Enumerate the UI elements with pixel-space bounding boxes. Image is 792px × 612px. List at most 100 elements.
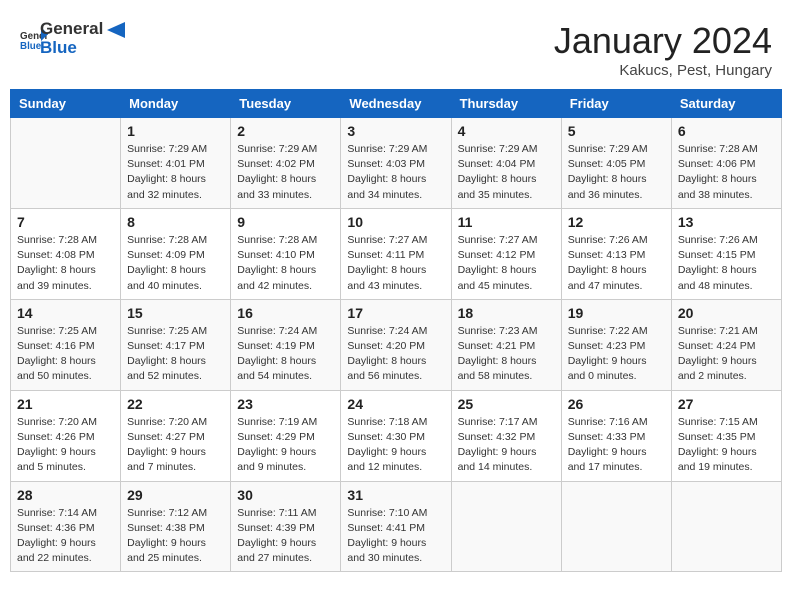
day-info: Sunrise: 7:28 AMSunset: 4:09 PMDaylight:… bbox=[127, 233, 224, 294]
day-info: Sunrise: 7:24 AMSunset: 4:19 PMDaylight:… bbox=[237, 324, 334, 385]
day-number: 23 bbox=[237, 396, 334, 412]
day-info: Sunrise: 7:26 AMSunset: 4:13 PMDaylight:… bbox=[568, 233, 665, 294]
calendar-cell: 14Sunrise: 7:25 AMSunset: 4:16 PMDayligh… bbox=[11, 299, 121, 390]
day-info: Sunrise: 7:28 AMSunset: 4:06 PMDaylight:… bbox=[678, 142, 775, 203]
calendar-cell: 7 Sunrise: 7:28 AMSunset: 4:08 PMDaylight… bbox=[11, 208, 121, 299]
day-number: 13 bbox=[678, 214, 775, 230]
calendar-cell: 3Sunrise: 7:29 AMSunset: 4:03 PMDaylight… bbox=[341, 118, 451, 209]
calendar-cell: 18 Sunrise: 7:23 AMSunset: 4:21 PMDayligh… bbox=[451, 299, 561, 390]
day-number: 31 bbox=[347, 487, 444, 503]
calendar-cell: 13 Sunrise: 7:26 AMSunset: 4:15 PMDayligh… bbox=[671, 208, 781, 299]
col-header-saturday: Saturday bbox=[671, 90, 781, 118]
day-number: 18 bbox=[458, 305, 555, 321]
day-number: 2 bbox=[237, 123, 334, 139]
calendar-week-row: 14Sunrise: 7:25 AMSunset: 4:16 PMDayligh… bbox=[11, 299, 782, 390]
day-number: 27 bbox=[678, 396, 775, 412]
day-number: 14 bbox=[17, 305, 114, 321]
day-info: Sunrise: 7:19 AMSunset: 4:29 PMDaylight:… bbox=[237, 415, 334, 476]
calendar-cell: 21 Sunrise: 7:20 AMSunset: 4:26 PMDayligh… bbox=[11, 390, 121, 481]
day-info: Sunrise: 7:16 AMSunset: 4:33 PMDaylight:… bbox=[568, 415, 665, 476]
calendar-cell: 2Sunrise: 7:29 AMSunset: 4:02 PMDaylight… bbox=[231, 118, 341, 209]
day-info: Sunrise: 7:20 AMSunset: 4:26 PMDaylight:… bbox=[17, 415, 114, 476]
calendar-week-row: 21 Sunrise: 7:20 AMSunset: 4:26 PMDayligh… bbox=[11, 390, 782, 481]
day-info: Sunrise: 7:29 AMSunset: 4:05 PMDaylight:… bbox=[568, 142, 665, 203]
calendar-cell: 22Sunrise: 7:20 AMSunset: 4:27 PMDayligh… bbox=[121, 390, 231, 481]
title-area: January 2024 Kakucs, Pest, Hungary bbox=[554, 20, 772, 79]
day-number: 6 bbox=[678, 123, 775, 139]
day-number: 16 bbox=[237, 305, 334, 321]
calendar-cell: 11 Sunrise: 7:27 AMSunset: 4:12 PMDayligh… bbox=[451, 208, 561, 299]
col-header-monday: Monday bbox=[121, 90, 231, 118]
page-header: General Blue General Blue January 2024 K… bbox=[10, 10, 782, 84]
calendar-cell: 26 Sunrise: 7:16 AMSunset: 4:33 PMDayligh… bbox=[561, 390, 671, 481]
calendar-cell bbox=[561, 481, 671, 572]
day-info: Sunrise: 7:26 AMSunset: 4:15 PMDaylight:… bbox=[678, 233, 775, 294]
day-number: 10 bbox=[347, 214, 444, 230]
calendar-cell bbox=[11, 118, 121, 209]
day-number: 7 bbox=[17, 214, 114, 230]
calendar-cell: 27 Sunrise: 7:15 AMSunset: 4:35 PMDayligh… bbox=[671, 390, 781, 481]
day-info: Sunrise: 7:23 AMSunset: 4:21 PMDaylight:… bbox=[458, 324, 555, 385]
day-info: Sunrise: 7:14 AMSunset: 4:36 PMDaylight:… bbox=[17, 506, 114, 567]
day-number: 9 bbox=[237, 214, 334, 230]
day-number: 24 bbox=[347, 396, 444, 412]
day-info: Sunrise: 7:29 AMSunset: 4:04 PMDaylight:… bbox=[458, 142, 555, 203]
day-info: Sunrise: 7:25 AMSunset: 4:17 PMDaylight:… bbox=[127, 324, 224, 385]
day-number: 19 bbox=[568, 305, 665, 321]
logo-general-text: General bbox=[40, 20, 103, 39]
day-number: 11 bbox=[458, 214, 555, 230]
day-info: Sunrise: 7:15 AMSunset: 4:35 PMDaylight:… bbox=[678, 415, 775, 476]
calendar-cell: 8 Sunrise: 7:28 AMSunset: 4:09 PMDaylight… bbox=[121, 208, 231, 299]
calendar-cell: 9 Sunrise: 7:28 AMSunset: 4:10 PMDaylight… bbox=[231, 208, 341, 299]
calendar-cell: 19 Sunrise: 7:22 AMSunset: 4:23 PMDayligh… bbox=[561, 299, 671, 390]
day-number: 28 bbox=[17, 487, 114, 503]
day-info: Sunrise: 7:28 AMSunset: 4:08 PMDaylight:… bbox=[17, 233, 114, 294]
calendar-cell: 31 Sunrise: 7:10 AMSunset: 4:41 PMDayligh… bbox=[341, 481, 451, 572]
calendar-cell: 29Sunrise: 7:12 AMSunset: 4:38 PMDayligh… bbox=[121, 481, 231, 572]
day-number: 30 bbox=[237, 487, 334, 503]
month-title: January 2024 bbox=[554, 20, 772, 62]
day-info: Sunrise: 7:21 AMSunset: 4:24 PMDaylight:… bbox=[678, 324, 775, 385]
col-header-tuesday: Tuesday bbox=[231, 90, 341, 118]
calendar-cell: 15 Sunrise: 7:25 AMSunset: 4:17 PMDayligh… bbox=[121, 299, 231, 390]
day-info: Sunrise: 7:20 AMSunset: 4:27 PMDaylight:… bbox=[127, 415, 224, 476]
day-number: 26 bbox=[568, 396, 665, 412]
day-info: Sunrise: 7:12 AMSunset: 4:38 PMDaylight:… bbox=[127, 506, 224, 567]
col-header-wednesday: Wednesday bbox=[341, 90, 451, 118]
day-info: Sunrise: 7:11 AMSunset: 4:39 PMDaylight:… bbox=[237, 506, 334, 567]
col-header-thursday: Thursday bbox=[451, 90, 561, 118]
calendar-cell: 1Sunrise: 7:29 AMSunset: 4:01 PMDaylight… bbox=[121, 118, 231, 209]
day-info: Sunrise: 7:28 AMSunset: 4:10 PMDaylight:… bbox=[237, 233, 334, 294]
day-number: 5 bbox=[568, 123, 665, 139]
day-info: Sunrise: 7:18 AMSunset: 4:30 PMDaylight:… bbox=[347, 415, 444, 476]
day-number: 21 bbox=[17, 396, 114, 412]
day-info: Sunrise: 7:22 AMSunset: 4:23 PMDaylight:… bbox=[568, 324, 665, 385]
calendar-cell: 17 Sunrise: 7:24 AMSunset: 4:20 PMDayligh… bbox=[341, 299, 451, 390]
calendar-week-row: 7 Sunrise: 7:28 AMSunset: 4:08 PMDaylight… bbox=[11, 208, 782, 299]
day-info: Sunrise: 7:24 AMSunset: 4:20 PMDaylight:… bbox=[347, 324, 444, 385]
calendar-cell: 23 Sunrise: 7:19 AMSunset: 4:29 PMDayligh… bbox=[231, 390, 341, 481]
col-header-friday: Friday bbox=[561, 90, 671, 118]
day-number: 15 bbox=[127, 305, 224, 321]
day-number: 8 bbox=[127, 214, 224, 230]
svg-text:Blue: Blue bbox=[20, 40, 42, 51]
day-number: 17 bbox=[347, 305, 444, 321]
calendar-header-row: SundayMondayTuesdayWednesdayThursdayFrid… bbox=[11, 90, 782, 118]
calendar-table: SundayMondayTuesdayWednesdayThursdayFrid… bbox=[10, 89, 782, 572]
calendar-week-row: 1Sunrise: 7:29 AMSunset: 4:01 PMDaylight… bbox=[11, 118, 782, 209]
day-info: Sunrise: 7:10 AMSunset: 4:41 PMDaylight:… bbox=[347, 506, 444, 567]
day-number: 20 bbox=[678, 305, 775, 321]
calendar-cell: 24 Sunrise: 7:18 AMSunset: 4:30 PMDayligh… bbox=[341, 390, 451, 481]
day-number: 12 bbox=[568, 214, 665, 230]
location-subtitle: Kakucs, Pest, Hungary bbox=[554, 62, 772, 79]
calendar-cell: 25Sunrise: 7:17 AMSunset: 4:32 PMDayligh… bbox=[451, 390, 561, 481]
day-info: Sunrise: 7:27 AMSunset: 4:12 PMDaylight:… bbox=[458, 233, 555, 294]
calendar-cell: 16 Sunrise: 7:24 AMSunset: 4:19 PMDayligh… bbox=[231, 299, 341, 390]
logo-arrow-icon bbox=[107, 22, 131, 52]
day-info: Sunrise: 7:27 AMSunset: 4:11 PMDaylight:… bbox=[347, 233, 444, 294]
calendar-cell: 5 Sunrise: 7:29 AMSunset: 4:05 PMDaylight… bbox=[561, 118, 671, 209]
calendar-cell: 28 Sunrise: 7:14 AMSunset: 4:36 PMDayligh… bbox=[11, 481, 121, 572]
day-number: 3 bbox=[347, 123, 444, 139]
calendar-cell: 10 Sunrise: 7:27 AMSunset: 4:11 PMDayligh… bbox=[341, 208, 451, 299]
day-info: Sunrise: 7:17 AMSunset: 4:32 PMDaylight:… bbox=[458, 415, 555, 476]
